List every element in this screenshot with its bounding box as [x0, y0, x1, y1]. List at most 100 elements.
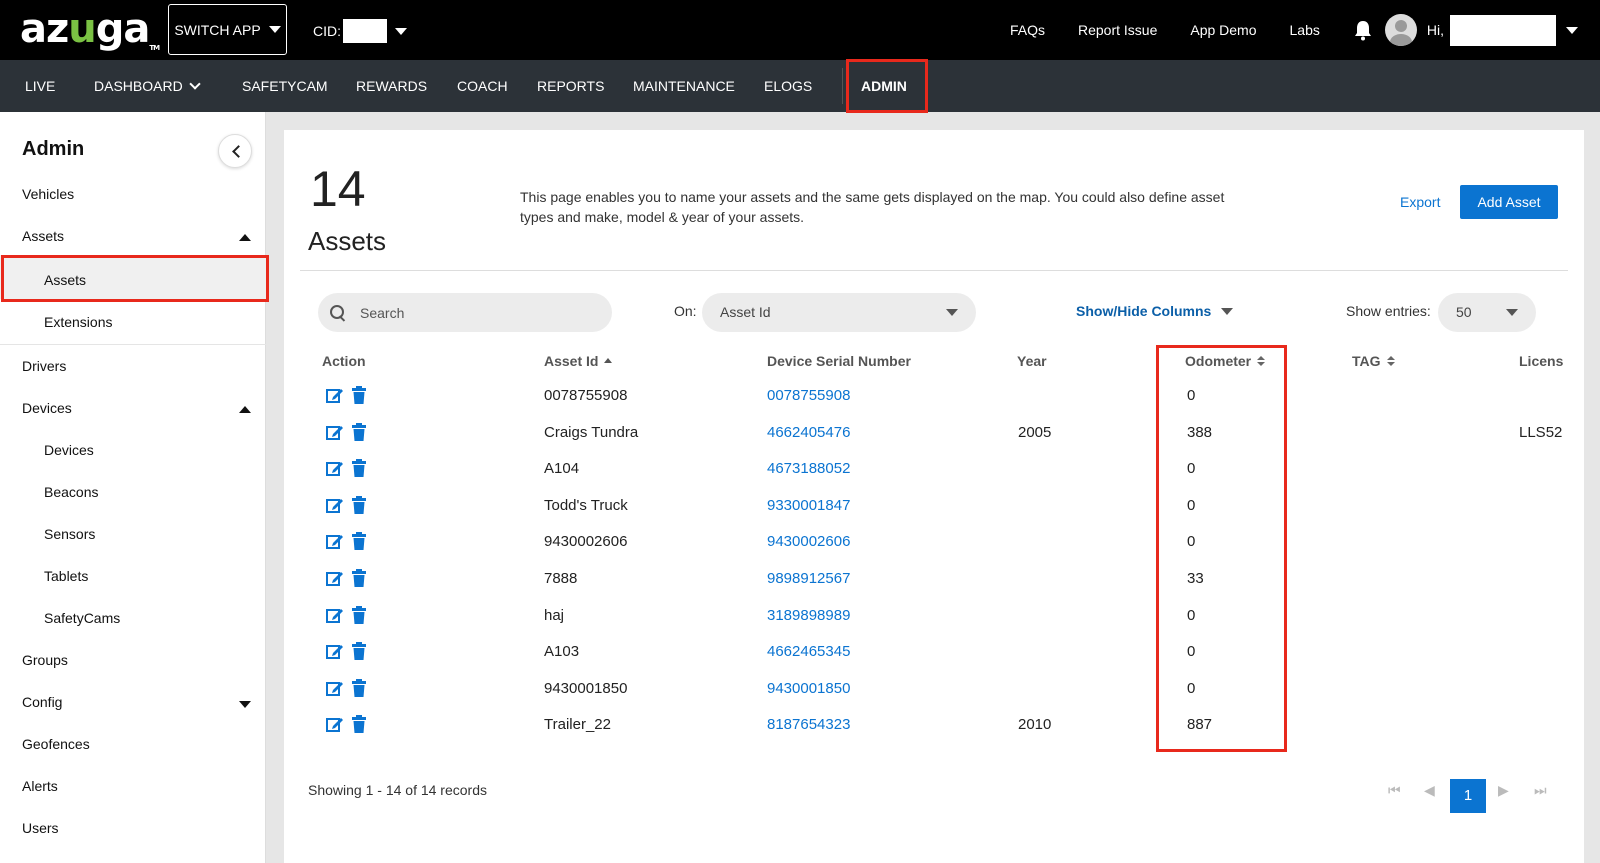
nav-reports[interactable]: REPORTS: [537, 60, 604, 112]
col-header-license[interactable]: Licens: [1519, 353, 1563, 369]
prev-page-icon[interactable]: ◀: [1424, 782, 1435, 799]
sidebar-item-tablets[interactable]: Tablets: [44, 568, 88, 584]
sidebar-item-alerts[interactable]: Alerts: [22, 778, 58, 794]
cid-selector[interactable]: CID:: [313, 19, 407, 43]
trash-icon[interactable]: [350, 386, 368, 404]
azuga-logo[interactable]: azugaTM: [20, 6, 160, 52]
last-page-icon[interactable]: ⏭: [1534, 782, 1547, 799]
page-button-current[interactable]: 1: [1450, 779, 1486, 813]
trash-icon[interactable]: [350, 459, 368, 478]
col-header-serial[interactable]: Device Serial Number: [767, 353, 911, 369]
cell-serial[interactable]: 4662465345: [767, 643, 850, 660]
sidebar-item-devices[interactable]: Devices: [44, 442, 94, 458]
sidebar-item-vehicles[interactable]: Vehicles: [22, 186, 74, 202]
cell-year: 2005: [1018, 423, 1052, 441]
edit-icon[interactable]: [326, 679, 344, 697]
chevron-down-icon: [189, 78, 201, 90]
sidebar-item-assets[interactable]: Assets: [44, 272, 86, 288]
trash-icon[interactable]: [350, 569, 368, 587]
table-row: A103 4662465345 0: [284, 634, 1584, 670]
sidebar-item-config[interactable]: Config: [22, 694, 62, 710]
sidebar-item-groups[interactable]: Groups: [22, 652, 68, 668]
page-title: Assets: [308, 226, 387, 256]
faqs-link[interactable]: FAQs: [1010, 22, 1045, 38]
edit-icon[interactable]: [326, 532, 344, 550]
username-redacted[interactable]: [1450, 14, 1556, 46]
show-hide-columns-button[interactable]: Show/Hide Columns: [1076, 303, 1234, 319]
cell-serial[interactable]: 4662405476: [767, 424, 850, 441]
edit-icon[interactable]: [326, 715, 344, 733]
triangle-up-icon[interactable]: [239, 234, 251, 241]
app-demo-link[interactable]: App Demo: [1190, 22, 1256, 38]
switch-app-button[interactable]: SWITCH APP: [168, 4, 287, 55]
sidebar-item-users[interactable]: Users: [22, 820, 59, 836]
table-row: Trailer_22 8187654323 2010 887: [284, 707, 1584, 743]
nav-live[interactable]: LIVE: [25, 60, 55, 112]
trash-icon[interactable]: [350, 605, 368, 624]
trash-icon[interactable]: [350, 532, 368, 551]
cell-serial[interactable]: 9898912567: [767, 570, 850, 587]
user-avatar[interactable]: [1384, 14, 1417, 46]
edit-icon[interactable]: [326, 459, 344, 477]
triangle-down-icon[interactable]: [239, 701, 251, 708]
add-asset-button[interactable]: Add Asset: [1460, 185, 1558, 219]
nav-maintenance[interactable]: MAINTENANCE: [633, 60, 735, 112]
col-header-odometer[interactable]: Odometer: [1185, 353, 1266, 369]
search-field-select[interactable]: Asset Id: [702, 293, 976, 332]
nav-dashboard[interactable]: DASHBOARD: [94, 60, 201, 112]
trash-icon[interactable]: [350, 495, 368, 514]
cell-serial[interactable]: 9430001850: [767, 680, 850, 697]
user-menu-caret-icon[interactable]: [1566, 26, 1578, 34]
col-header-action: Action: [322, 353, 366, 369]
next-page-icon[interactable]: ▶: [1498, 782, 1509, 799]
nav-elogs[interactable]: ELOGS: [764, 60, 812, 112]
report-issue-link[interactable]: Report Issue: [1078, 22, 1157, 38]
trash-icon[interactable]: [350, 678, 368, 697]
labs-link[interactable]: Labs: [1290, 22, 1320, 38]
cell-serial[interactable]: 9330001847: [767, 497, 850, 514]
edit-icon[interactable]: [326, 569, 344, 587]
col-header-year[interactable]: Year: [1017, 353, 1047, 369]
bell-icon[interactable]: [1353, 19, 1373, 41]
triangle-up-icon[interactable]: [239, 406, 251, 413]
cell-asset-id: 9430002606: [544, 533, 628, 551]
export-link[interactable]: Export: [1400, 194, 1440, 210]
search-box[interactable]: [318, 293, 612, 332]
sidebar-item-beacons[interactable]: Beacons: [44, 484, 98, 500]
nav-coach[interactable]: COACH: [457, 60, 508, 112]
entries-select[interactable]: 50: [1438, 293, 1536, 332]
sort-asc-icon: [604, 357, 613, 363]
search-input[interactable]: [360, 304, 600, 321]
trash-icon[interactable]: [350, 715, 368, 734]
cell-serial[interactable]: 9430002606: [767, 533, 850, 550]
trash-icon[interactable]: [350, 642, 368, 661]
sidebar-item-extensions[interactable]: Extensions: [44, 314, 112, 330]
nav-rewards[interactable]: REWARDS: [356, 60, 427, 112]
cell-serial[interactable]: 4673188052: [767, 460, 850, 477]
nav-safetycam[interactable]: SAFETYCAM: [242, 60, 328, 112]
col-header-asset-id[interactable]: Asset Id: [544, 353, 613, 369]
edit-icon[interactable]: [326, 642, 344, 660]
sidebar-title: Admin: [22, 138, 85, 160]
edit-icon[interactable]: [326, 386, 344, 404]
caret-down-icon: [946, 309, 958, 316]
sidebar-item-safetycams[interactable]: SafetyCams: [44, 610, 120, 626]
collapse-sidebar-button[interactable]: [218, 134, 252, 168]
sidebar-item-geofences[interactable]: Geofences: [22, 736, 90, 752]
col-header-tag[interactable]: TAG: [1352, 353, 1395, 369]
sidebar-item-devices-group[interactable]: Devices: [22, 400, 72, 416]
nav-admin[interactable]: ADMIN: [861, 60, 907, 112]
sidebar-item-sensors[interactable]: Sensors: [44, 526, 95, 542]
first-page-icon[interactable]: ⏮: [1388, 782, 1401, 799]
edit-icon[interactable]: [326, 423, 344, 441]
cell-serial[interactable]: 8187654323: [767, 716, 850, 733]
sidebar-item-drivers[interactable]: Drivers: [22, 358, 66, 374]
edit-icon[interactable]: [326, 496, 344, 514]
cell-serial[interactable]: 3189898989: [767, 607, 850, 624]
trash-icon[interactable]: [350, 422, 368, 441]
cell-odometer: 0: [1187, 606, 1196, 624]
cell-serial[interactable]: 0078755908: [767, 387, 850, 404]
sidebar-item-assets-group[interactable]: Assets: [22, 228, 64, 244]
edit-icon[interactable]: [326, 606, 344, 624]
cid-label: CID:: [313, 23, 341, 39]
